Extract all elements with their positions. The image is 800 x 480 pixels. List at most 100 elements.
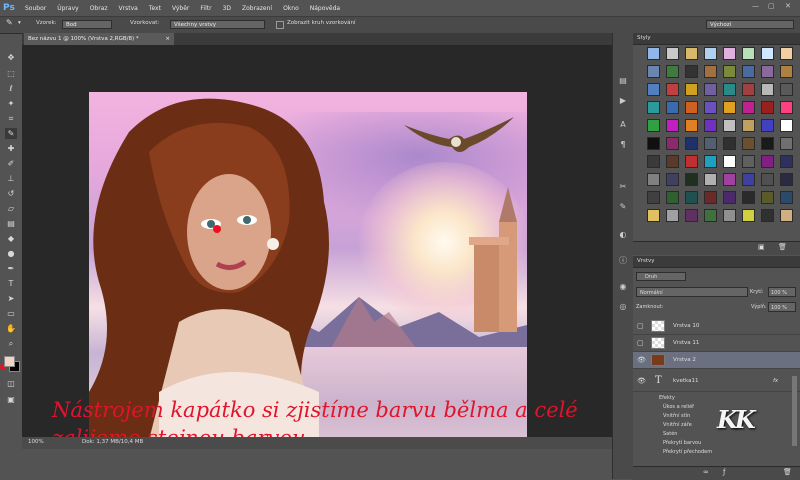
style-swatch[interactable] (704, 83, 717, 96)
layers-panel-header[interactable]: Vrstvy (633, 256, 800, 268)
eyedropper-tool-icon[interactable]: ✎ (6, 18, 13, 27)
style-swatch[interactable] (780, 173, 793, 186)
style-swatch[interactable] (666, 173, 679, 186)
style-swatch[interactable] (723, 173, 736, 186)
maximize-icon[interactable]: ▢ (768, 2, 775, 10)
style-swatch[interactable] (666, 191, 679, 204)
style-swatch[interactable] (685, 83, 698, 96)
menu-vyber[interactable]: Výběr (172, 5, 189, 12)
style-swatch[interactable] (685, 65, 698, 78)
style-swatch[interactable] (647, 191, 660, 204)
styles-panel-header[interactable]: Styly (633, 33, 800, 45)
show-ring-checkbox[interactable] (276, 21, 284, 29)
style-swatch[interactable] (647, 83, 660, 96)
style-swatch[interactable] (704, 155, 717, 168)
style-swatch[interactable] (780, 101, 793, 114)
style-swatch[interactable] (761, 83, 774, 96)
hand-tool-icon[interactable]: ✋ (5, 323, 17, 334)
style-swatch[interactable] (666, 137, 679, 150)
style-swatch[interactable] (666, 119, 679, 132)
style-swatch[interactable] (723, 65, 736, 78)
style-swatch[interactable] (761, 101, 774, 114)
style-swatch[interactable] (780, 119, 793, 132)
style-swatch[interactable] (704, 209, 717, 222)
style-swatch[interactable] (647, 47, 660, 60)
style-swatch[interactable] (704, 65, 717, 78)
visibility-off-icon[interactable]: ▢ (637, 335, 644, 351)
shape-tool-icon[interactable]: ▭ (5, 308, 17, 319)
style-swatch[interactable] (723, 119, 736, 132)
layer-row[interactable]: ▢ Vrstva 10 (633, 318, 800, 335)
minimize-icon[interactable]: — (752, 2, 759, 10)
dodge-tool-icon[interactable]: ● (5, 248, 17, 259)
history-panel-icon[interactable]: ▤ (617, 75, 629, 87)
lasso-tool-icon[interactable]: ℓ (5, 83, 17, 94)
move-tool-icon[interactable]: ✥ (5, 52, 17, 63)
style-swatch[interactable] (647, 209, 660, 222)
style-swatch[interactable] (780, 137, 793, 150)
style-swatch[interactable] (685, 101, 698, 114)
style-swatch[interactable] (666, 47, 679, 60)
style-swatch[interactable] (666, 65, 679, 78)
visibility-off-icon[interactable]: ▢ (637, 318, 644, 334)
style-swatch[interactable] (742, 47, 755, 60)
style-swatch[interactable] (780, 65, 793, 78)
style-swatch[interactable] (780, 83, 793, 96)
style-swatch[interactable] (647, 137, 660, 150)
style-swatch[interactable] (647, 119, 660, 132)
layer-filter-dropdown[interactable]: Druh (636, 272, 686, 281)
style-swatch[interactable] (666, 155, 679, 168)
style-swatch[interactable] (666, 83, 679, 96)
style-swatch[interactable] (780, 209, 793, 222)
eye-icon[interactable]: 👁 (637, 352, 646, 368)
style-swatch[interactable] (704, 173, 717, 186)
paragraph-panel-icon[interactable]: ¶ (617, 139, 629, 151)
foreground-color-swatch[interactable] (4, 356, 15, 367)
style-swatch[interactable] (704, 191, 717, 204)
style-swatch[interactable] (742, 101, 755, 114)
tool-presets-icon[interactable]: ✂ (617, 181, 629, 193)
style-swatch[interactable] (704, 137, 717, 150)
style-swatch[interactable] (780, 155, 793, 168)
quick-select-tool-icon[interactable]: ✦ (5, 98, 17, 109)
menu-vrstva[interactable]: Vrstva (119, 5, 138, 12)
brush-tool-icon[interactable]: ✐ (5, 158, 17, 169)
quick-mask-icon[interactable]: ◫ (5, 378, 17, 389)
crop-tool-icon[interactable]: ⌗ (5, 113, 17, 124)
style-swatch[interactable] (761, 65, 774, 78)
style-swatch[interactable] (666, 209, 679, 222)
color-panel-icon[interactable]: ◉ (617, 281, 629, 293)
eyedropper-tool-icon-active[interactable]: ✎ (5, 128, 17, 139)
delete-layer-icon[interactable]: 🗑 (783, 468, 792, 476)
effects-header[interactable]: Efekty (659, 394, 789, 403)
style-swatch[interactable] (704, 47, 717, 60)
style-swatch[interactable] (761, 47, 774, 60)
blend-mode-dropdown[interactable]: Normální (636, 287, 748, 297)
document-tab[interactable]: Bez názvu 1 @ 100% (Vrstva 2,RGB/8) * × (24, 33, 174, 45)
layer-row-selected[interactable]: 👁 Vrstva 2 (633, 352, 800, 369)
type-tool-icon[interactable]: T (5, 278, 17, 289)
new-style-icon[interactable]: ▣ (758, 243, 765, 251)
character-panel-icon[interactable]: A (617, 119, 629, 131)
style-swatch[interactable] (761, 119, 774, 132)
menu-filtr[interactable]: Filtr (200, 5, 211, 12)
tab-close-icon[interactable]: × (165, 33, 170, 45)
menu-text[interactable]: Text (149, 5, 161, 12)
brush-panel-icon[interactable]: ✎ (617, 201, 629, 213)
close-icon[interactable]: ✕ (785, 2, 791, 10)
menu-zobrazeni[interactable]: Zobrazení (242, 5, 272, 12)
adjustments-panel-icon[interactable]: ◐ (617, 229, 629, 241)
style-swatch[interactable] (704, 119, 717, 132)
zoom-tool-icon[interactable]: ⌕ (5, 338, 17, 349)
fill-field[interactable]: 100 % (768, 302, 796, 312)
style-swatch[interactable] (647, 155, 660, 168)
style-swatch[interactable] (742, 83, 755, 96)
style-swatch[interactable] (685, 209, 698, 222)
fx-icon[interactable]: fx (773, 373, 778, 389)
sample-size-dropdown[interactable]: Bod (62, 20, 112, 29)
channels-panel-icon[interactable]: ◎ (617, 301, 629, 313)
style-swatch[interactable] (723, 83, 736, 96)
style-swatch[interactable] (647, 65, 660, 78)
style-swatch[interactable] (723, 47, 736, 60)
style-swatch[interactable] (685, 137, 698, 150)
